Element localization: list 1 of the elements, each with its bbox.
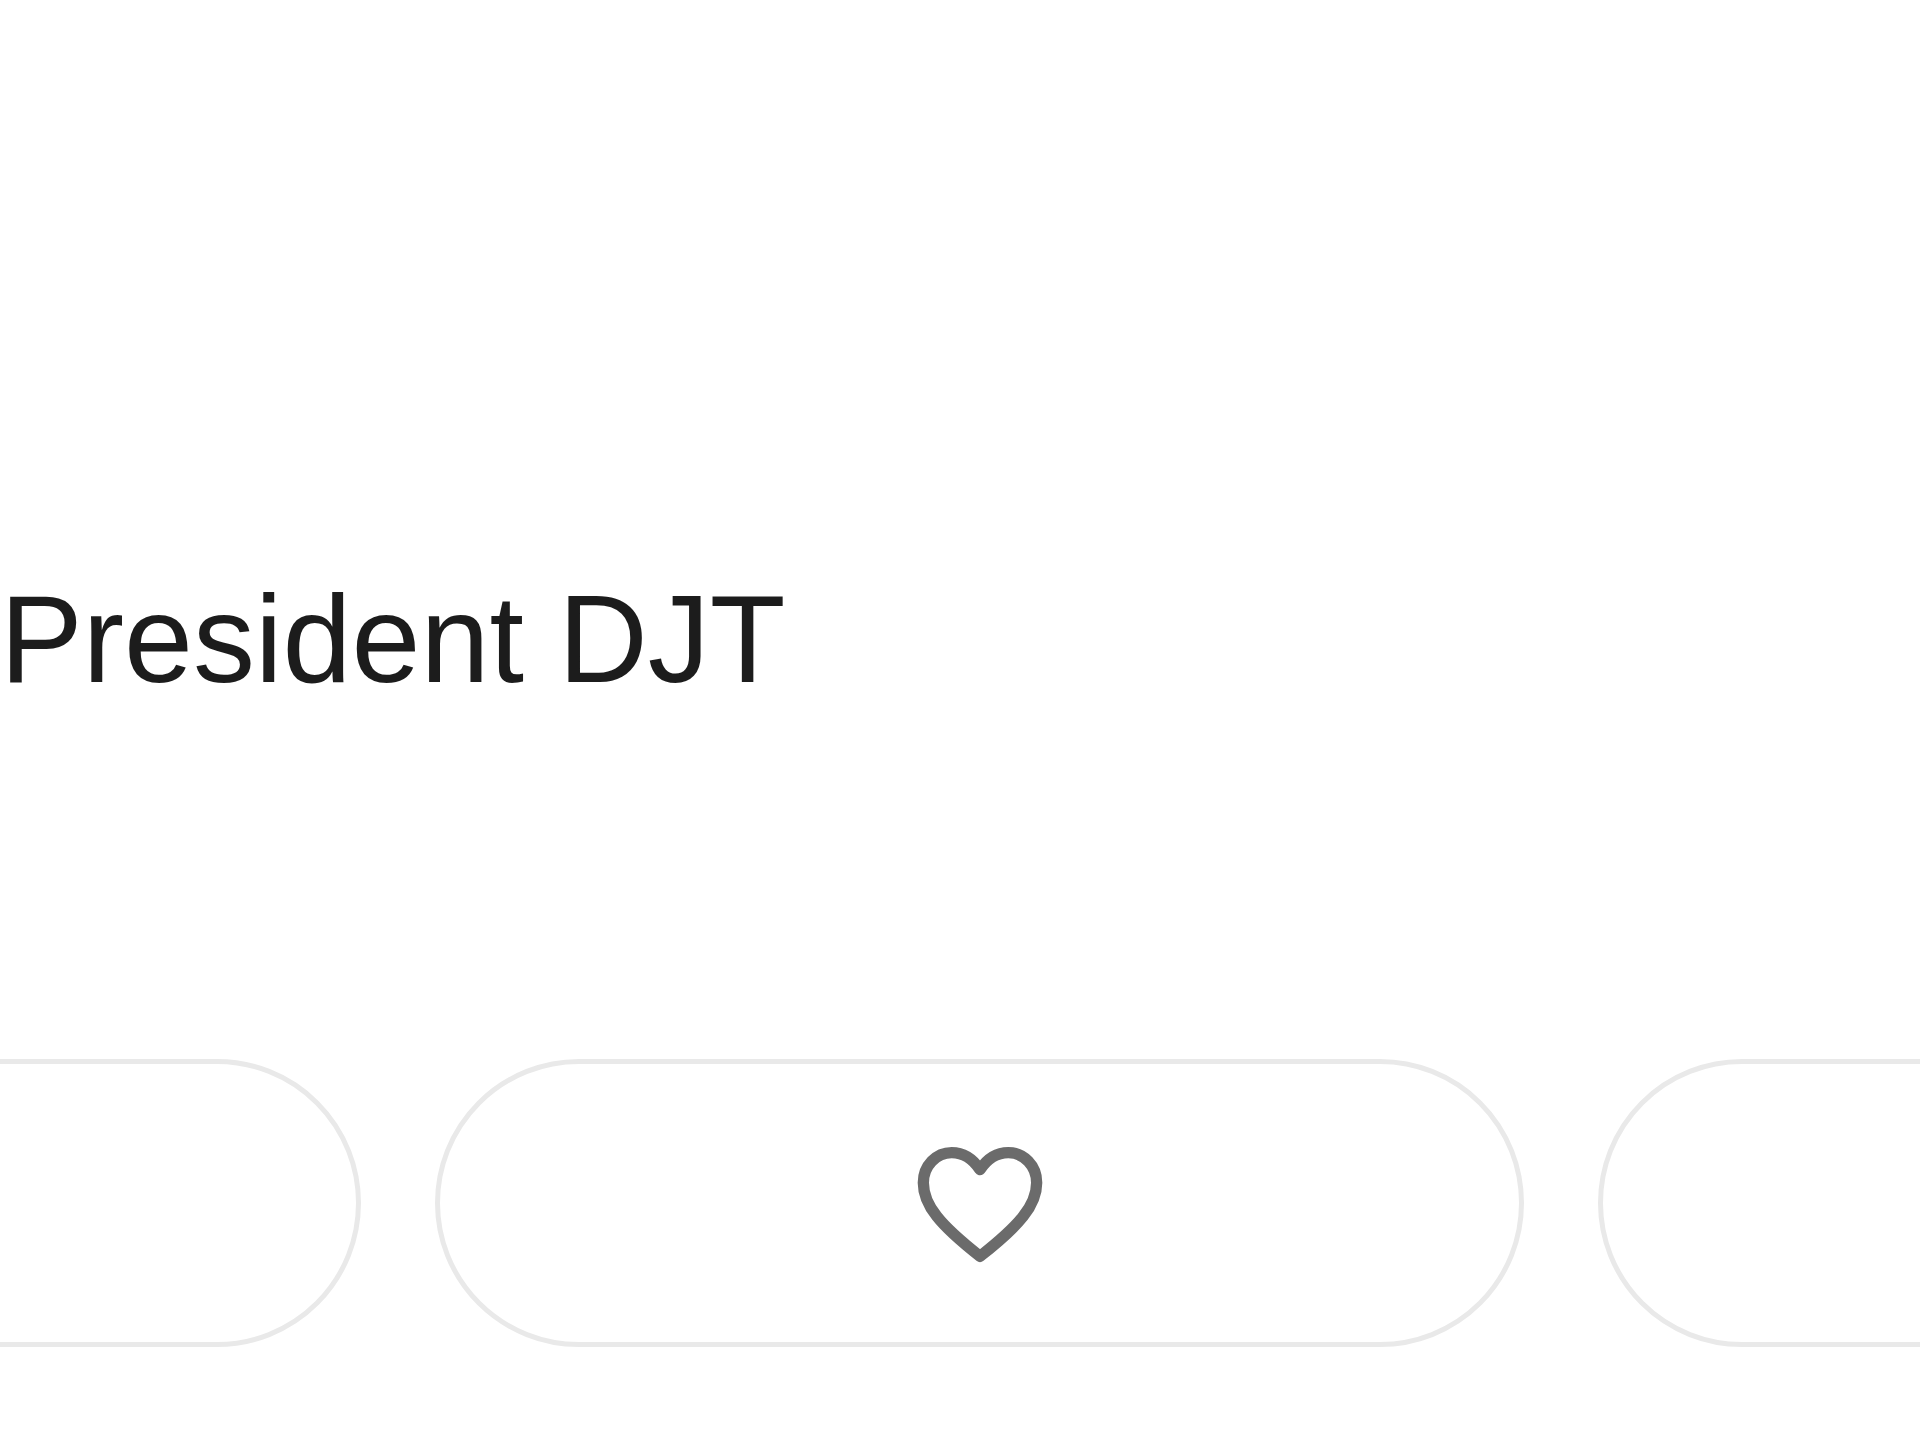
post-text: President DJT (0, 569, 787, 710)
